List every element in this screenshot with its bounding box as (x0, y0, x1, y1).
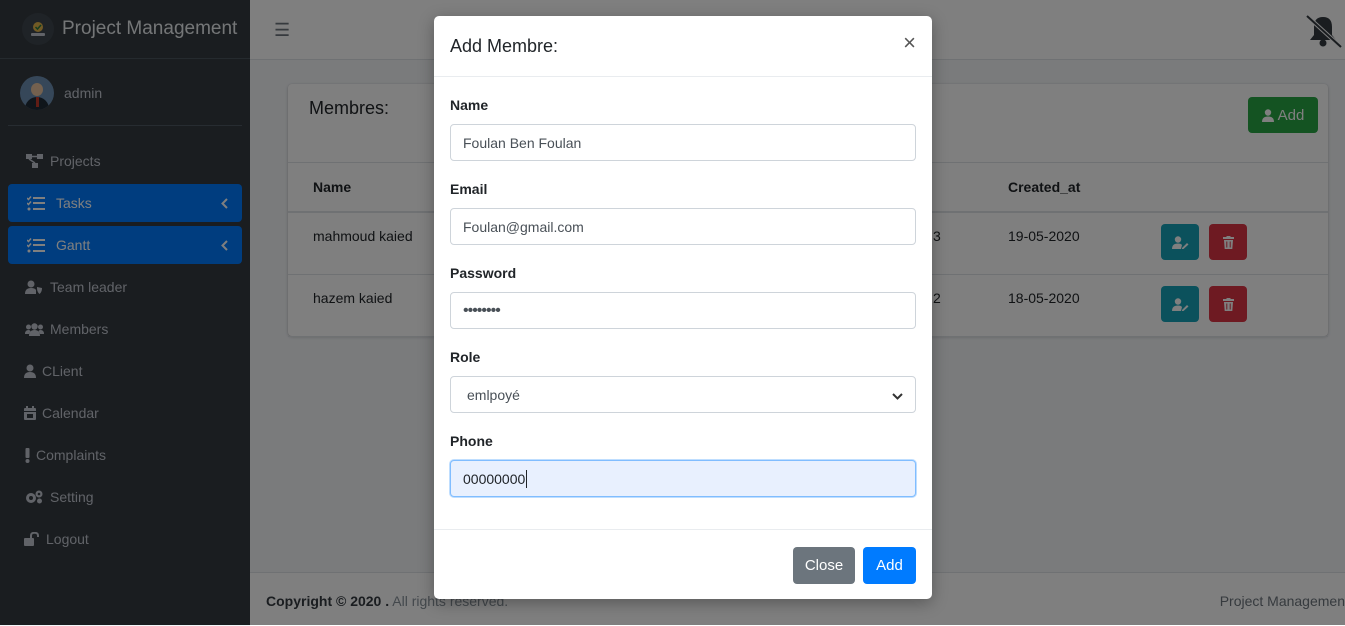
password-label: Password (450, 265, 517, 281)
modal-title: Add Membre: (450, 36, 559, 56)
password-input[interactable]: •••••••• (450, 292, 916, 329)
close-icon[interactable]: × (903, 32, 916, 54)
name-input[interactable]: Foulan Ben Foulan (450, 124, 916, 161)
name-value: Foulan Ben Foulan (463, 134, 582, 151)
add-member-modal: Add Membre: × Name Foulan Ben Foulan Ema… (434, 16, 932, 599)
modal-header: Add Membre: × (434, 16, 932, 77)
phone-value: 00000000 (463, 470, 526, 487)
role-label: Role (450, 349, 481, 365)
name-label: Name (450, 97, 489, 113)
role-select[interactable]: emlpoyé (450, 376, 916, 413)
email-value: Foulan@gmail.com (463, 218, 584, 235)
role-value: emlpoyé (467, 386, 520, 403)
email-label: Email (450, 181, 488, 197)
modal-footer: Close Add (434, 529, 932, 600)
add-button[interactable]: Add (863, 547, 916, 584)
email-input[interactable]: Foulan@gmail.com (450, 208, 916, 245)
chevron-down-icon (892, 387, 903, 403)
phone-label: Phone (450, 433, 493, 449)
close-button[interactable]: Close (793, 547, 855, 584)
text-caret (526, 469, 528, 488)
phone-input[interactable]: 00000000 (450, 460, 916, 497)
password-value: •••••••• (463, 301, 501, 319)
